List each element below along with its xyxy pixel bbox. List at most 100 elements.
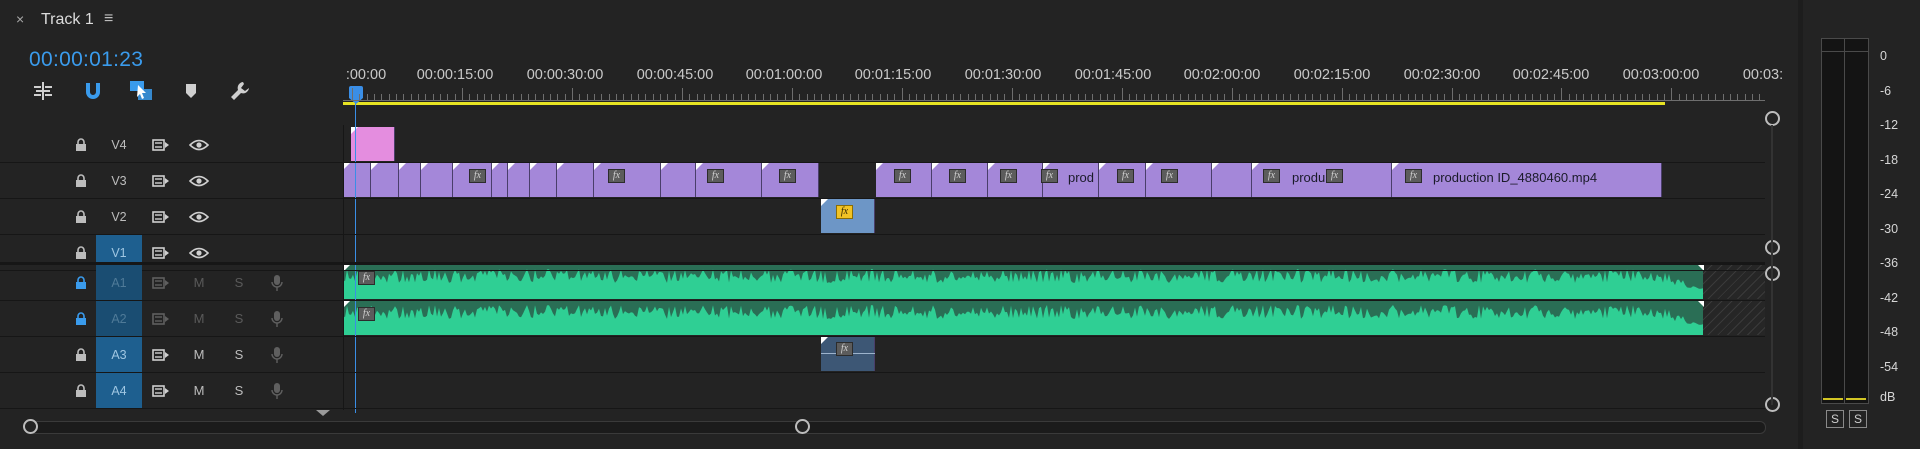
toggle-output-eye-icon[interactable] <box>186 199 212 234</box>
lock-icon[interactable] <box>72 163 90 198</box>
voice-over-record-icon[interactable] <box>265 373 289 408</box>
meter-solo-right-button[interactable]: S <box>1849 410 1867 428</box>
track-target-v3[interactable]: V3 <box>96 163 142 198</box>
track-target-v2[interactable]: V2 <box>96 199 142 234</box>
clip-start-marker <box>876 163 883 170</box>
v3-clip[interactable] <box>696 163 762 197</box>
sync-lock-icon[interactable] <box>148 301 174 336</box>
ruler-label: 00:01:00:00 <box>745 67 823 83</box>
v3-clip[interactable] <box>1146 163 1212 197</box>
ruler-label: 00:02:00:00 <box>1183 67 1261 83</box>
track-target-a2[interactable]: A2 <box>96 301 142 336</box>
meter-left-level <box>1823 398 1843 400</box>
clip-start-marker <box>453 163 460 170</box>
clip-start-marker <box>661 163 668 170</box>
db-scale-label: -36 <box>1880 256 1899 270</box>
solo-track-button[interactable]: S <box>226 265 252 300</box>
timeline-settings-wrench-icon[interactable] <box>227 78 253 104</box>
audio-meter-panel: S S <box>1803 0 1920 449</box>
db-scale-label: -54 <box>1880 360 1899 374</box>
ruler-label: 00:02:30:00 <box>1403 67 1481 83</box>
sequence-tab-title[interactable]: Track 1 <box>41 11 94 29</box>
clip-name-label: prod <box>1068 170 1095 185</box>
ruler-label: 00:03: <box>1742 67 1784 83</box>
scroll-right-handle[interactable] <box>795 419 810 434</box>
playhead-timecode[interactable]: 00:00:01:23 <box>29 48 143 72</box>
video-zoom-top-handle[interactable] <box>1765 111 1780 126</box>
db-scale-label: -12 <box>1880 118 1899 132</box>
mute-track-button[interactable]: M <box>186 337 212 372</box>
clip-end-hatch <box>1703 301 1765 335</box>
meter-peak-divider <box>1821 51 1868 52</box>
meter-frame <box>1821 38 1869 404</box>
ruler-label: 00:00:30:00 <box>526 67 604 83</box>
track-target-a1[interactable]: A1 <box>96 265 142 300</box>
lock-icon[interactable] <box>72 199 90 234</box>
track-target-a4[interactable]: A4 <box>96 373 142 408</box>
lock-icon[interactable] <box>72 265 90 300</box>
ruler-tick <box>1121 88 1123 100</box>
db-scale-label: -42 <box>1880 291 1899 305</box>
voice-over-record-icon[interactable] <box>265 301 289 336</box>
track-resize-handle[interactable] <box>316 410 330 416</box>
fx-badge-icon: fx <box>1117 169 1134 183</box>
sync-lock-icon[interactable] <box>148 199 174 234</box>
scroll-left-handle[interactable] <box>23 419 38 434</box>
track-target-v4[interactable]: V4 <box>96 127 142 162</box>
close-tab-icon[interactable]: × <box>16 11 24 27</box>
ruler-label: 00:01:45:00 <box>1074 67 1152 83</box>
lock-icon[interactable] <box>72 127 90 162</box>
ruler-tick <box>791 88 793 100</box>
sync-lock-icon[interactable] <box>148 337 174 372</box>
clip-start-marker <box>1212 163 1219 170</box>
sync-lock-icon[interactable] <box>148 163 174 198</box>
v3-clip[interactable] <box>594 163 661 197</box>
voice-over-record-icon[interactable] <box>265 265 289 300</box>
solo-track-button[interactable]: S <box>226 373 252 408</box>
solo-track-button[interactable]: S <box>226 337 252 372</box>
sync-lock-icon[interactable] <box>148 265 174 300</box>
fx-badge-icon: fx <box>1326 169 1343 183</box>
track-target-a3[interactable]: A3 <box>96 337 142 372</box>
vertical-scrollbar-track[interactable] <box>1771 125 1773 405</box>
voice-over-record-icon[interactable] <box>265 337 289 372</box>
work-area-bar[interactable] <box>343 102 1665 105</box>
linked-selection-icon[interactable] <box>128 78 154 104</box>
ruler-tick <box>901 88 903 100</box>
lock-icon[interactable] <box>72 301 90 336</box>
track-header-v2: V2 <box>0 199 343 234</box>
fx-badge-icon: fx <box>1161 169 1178 183</box>
ruler-tick <box>1011 88 1013 100</box>
solo-track-button[interactable]: S <box>226 301 252 336</box>
snap-magnet-icon[interactable] <box>80 78 106 104</box>
lock-icon[interactable] <box>72 337 90 372</box>
toggle-output-eye-icon[interactable] <box>186 127 212 162</box>
sync-lock-icon[interactable] <box>148 373 174 408</box>
mute-track-button[interactable]: M <box>186 301 212 336</box>
ruler-label: 00:03:00:00 <box>1622 67 1700 83</box>
ruler-label: 00:01:30:00 <box>964 67 1042 83</box>
meter-right-level <box>1846 398 1866 400</box>
clip-start-marker <box>821 199 828 206</box>
clip-start-marker <box>762 163 769 170</box>
ruler-label: 00:01:15:00 <box>854 67 932 83</box>
toggle-output-eye-icon[interactable] <box>186 163 212 198</box>
mute-track-button[interactable]: M <box>186 373 212 408</box>
clip-start-marker <box>343 301 350 308</box>
lock-icon[interactable] <box>72 373 90 408</box>
fx-badge-icon: fx <box>836 342 853 356</box>
a2-audio-clip[interactable] <box>343 301 1703 335</box>
horizontal-scrollbar[interactable] <box>24 421 1766 434</box>
sync-lock-icon[interactable] <box>148 127 174 162</box>
ruler-tick <box>1451 88 1453 100</box>
ruler-tick <box>1341 88 1343 100</box>
meter-solo-left-button[interactable]: S <box>1826 410 1844 428</box>
ruler-label: 00:00:45:00 <box>636 67 714 83</box>
add-marker-icon[interactable] <box>178 78 204 104</box>
ruler-baseline <box>343 100 1765 101</box>
panel-menu-icon[interactable]: ≡ <box>104 10 113 28</box>
mute-track-button[interactable]: M <box>186 265 212 300</box>
clip-start-marker <box>530 163 537 170</box>
db-scale-label: -18 <box>1880 153 1899 167</box>
insert-nest-icon[interactable] <box>30 78 56 104</box>
